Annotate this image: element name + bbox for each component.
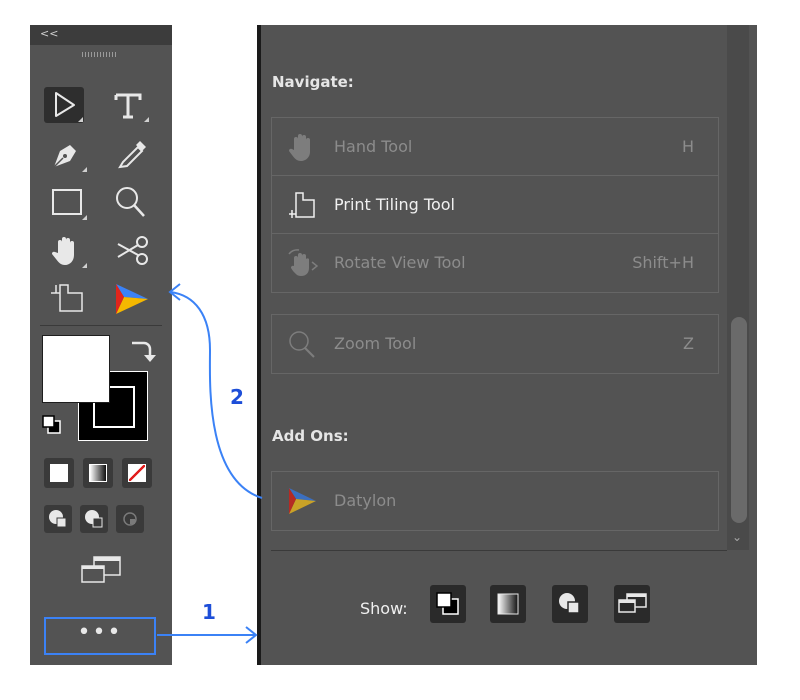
- annotation-step-1: 1: [202, 600, 216, 624]
- annotation-arrows: [157, 283, 263, 644]
- annotation-step-2: 2: [230, 385, 244, 409]
